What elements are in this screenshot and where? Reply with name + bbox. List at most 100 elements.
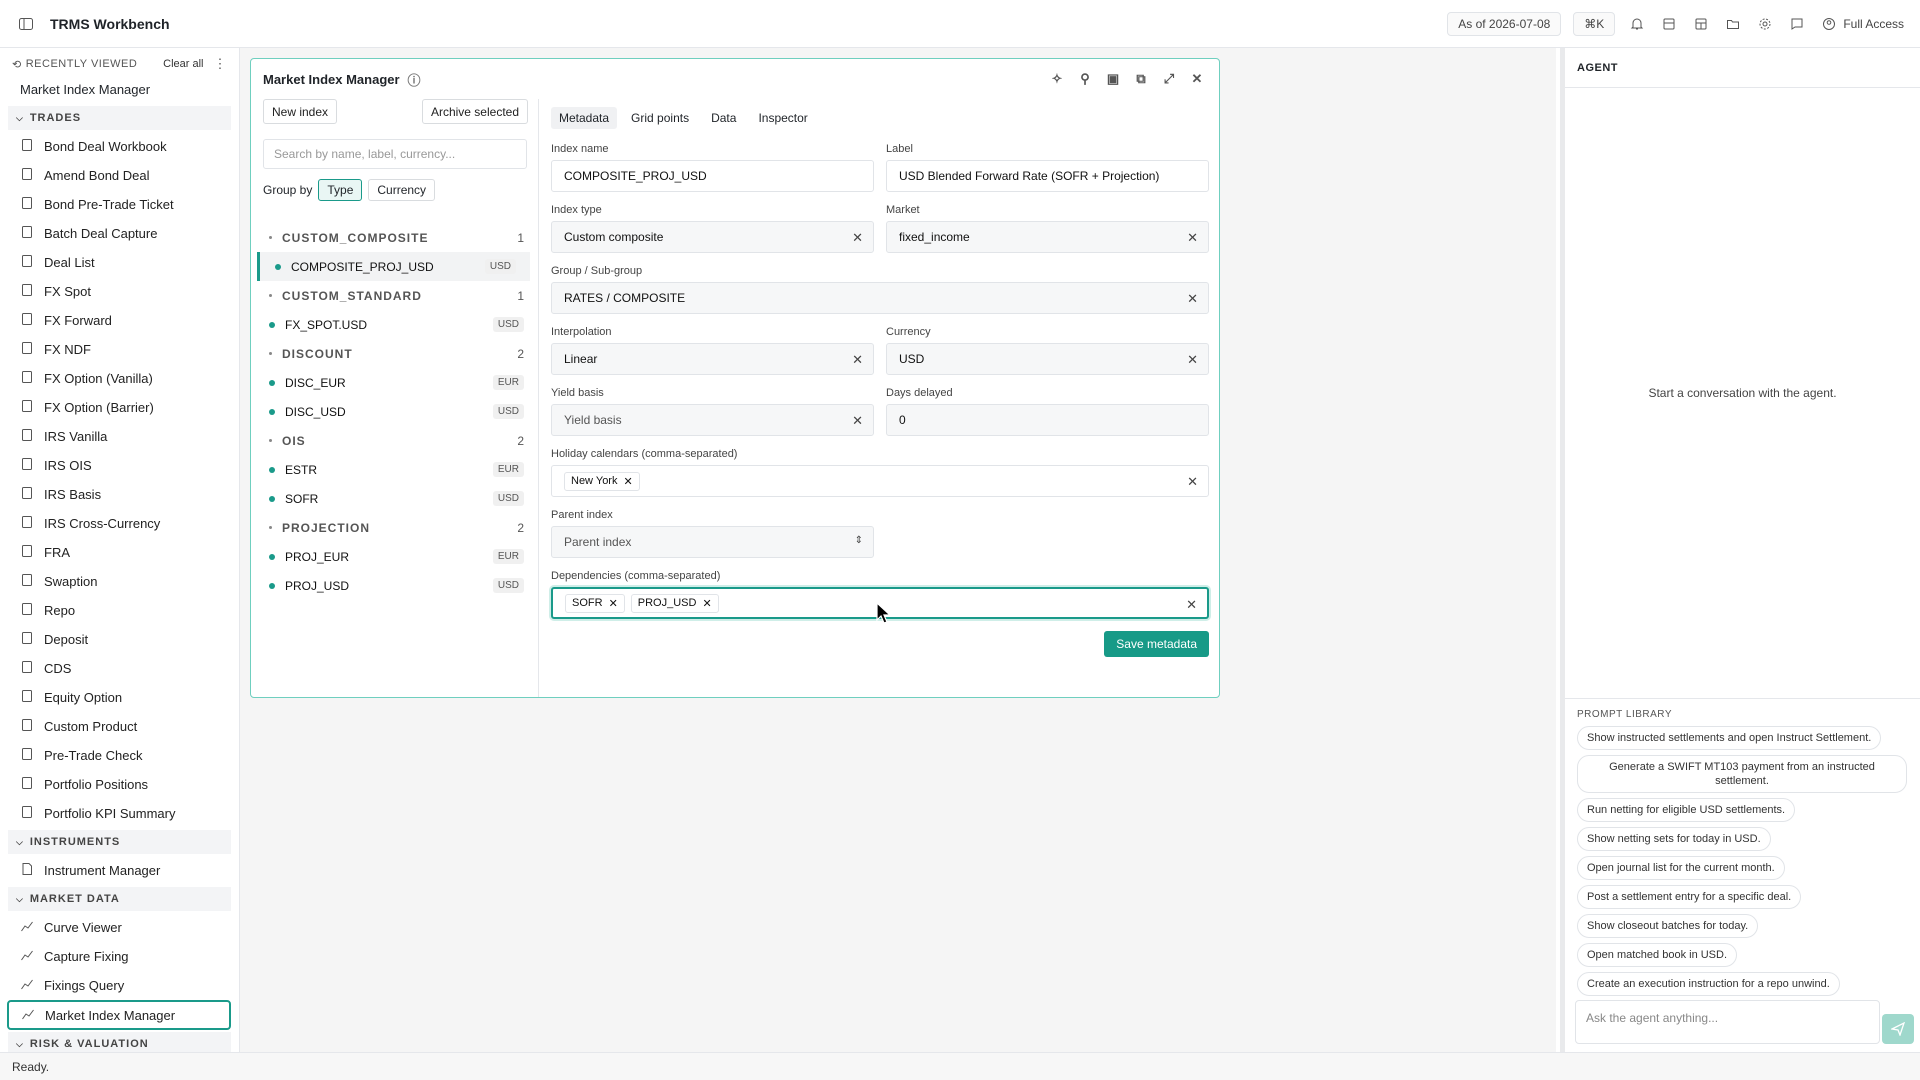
new-index-button[interactable]: New index bbox=[263, 99, 338, 124]
tab-grid-points[interactable]: Grid points bbox=[623, 107, 697, 129]
clear-icon[interactable]: ✕ bbox=[852, 230, 863, 246]
index-list-item[interactable]: DISC_USD USD bbox=[251, 397, 538, 426]
prompt-chip[interactable]: Open matched book in USD. bbox=[1577, 943, 1738, 967]
index-list-item[interactable]: PROJ_EUR EUR bbox=[251, 542, 538, 571]
sidebar-item[interactable]: Portfolio Positions bbox=[0, 770, 239, 799]
sidebar-item[interactable]: Curve Viewer bbox=[0, 913, 239, 942]
search-input[interactable]: Search by name, label, currency... bbox=[263, 139, 527, 169]
sidebar-item[interactable]: Custom Product bbox=[0, 712, 239, 741]
sidebar-item[interactable]: Repo bbox=[0, 596, 239, 625]
sidebar-item[interactable]: IRS Vanilla bbox=[0, 422, 239, 451]
sidebar-item[interactable]: Deposit bbox=[0, 625, 239, 654]
recent-item[interactable]: Market Index Manager bbox=[0, 76, 239, 104]
prompt-chip[interactable]: Show closeout batches for today. bbox=[1577, 914, 1759, 938]
group-select[interactable]: RATES / COMPOSITE ✕ bbox=[551, 282, 1209, 314]
sidebar-item[interactable]: Portfolio KPI Summary bbox=[0, 799, 239, 828]
index-group-header[interactable]: PROJECTION 2 bbox=[251, 513, 538, 542]
clear-icon[interactable]: ✕ bbox=[1187, 352, 1198, 368]
sidebar-item[interactable]: Bond Pre-Trade Ticket bbox=[0, 190, 239, 219]
remove-chip-icon[interactable]: ✕ bbox=[609, 597, 618, 610]
remove-chip-icon[interactable]: ✕ bbox=[623, 475, 632, 488]
parent-index-select[interactable]: Parent index ⇕ bbox=[551, 526, 874, 558]
sidebar-item[interactable]: IRS Basis bbox=[0, 480, 239, 509]
gear-icon[interactable] bbox=[1755, 14, 1775, 34]
index-name-field[interactable]: COMPOSITE_PROJ_USD bbox=[551, 160, 874, 192]
clear-icon[interactable]: ✕ bbox=[852, 413, 863, 429]
clear-icon[interactable]: ✕ bbox=[1187, 474, 1198, 490]
folder-icon[interactable] bbox=[1723, 14, 1743, 34]
sidebar-item[interactable]: Deal List bbox=[0, 248, 239, 277]
index-list-item[interactable]: COMPOSITE_PROJ_USD USD bbox=[257, 252, 530, 281]
sidebar-item[interactable]: Equity Option bbox=[0, 683, 239, 712]
sidebar-item[interactable]: Instrument Manager bbox=[0, 856, 239, 885]
archive-icon[interactable] bbox=[1659, 14, 1679, 34]
more-options-icon[interactable]: ⋮ bbox=[214, 56, 228, 72]
label-field[interactable]: USD Blended Forward Rate (SOFR + Project… bbox=[886, 160, 1209, 192]
command-palette-button[interactable]: ⌘K bbox=[1573, 11, 1616, 36]
sidebar-item[interactable]: Batch Deal Capture bbox=[0, 219, 239, 248]
sidebar-item[interactable]: FX Option (Barrier) bbox=[0, 393, 239, 422]
clear-icon[interactable]: ✕ bbox=[1186, 597, 1197, 613]
index-list-item[interactable]: ESTR EUR bbox=[251, 455, 538, 484]
clear-icon[interactable]: ✕ bbox=[1187, 291, 1198, 307]
index-list-item[interactable]: DISC_EUR EUR bbox=[251, 368, 538, 397]
index-group-header[interactable]: OIS 2 bbox=[251, 426, 538, 455]
sidebar-item[interactable]: Fixings Query bbox=[0, 971, 239, 1000]
expand-icon[interactable]: ⤢ bbox=[1159, 69, 1179, 89]
chat-icon[interactable] bbox=[1787, 14, 1807, 34]
sidebar-item[interactable]: Bond Deal Workbook bbox=[0, 132, 239, 161]
prompt-chip[interactable]: Open journal list for the current month. bbox=[1577, 856, 1785, 880]
group-by-type[interactable]: Type bbox=[318, 179, 363, 201]
sidebar-item[interactable]: Amend Bond Deal bbox=[0, 161, 239, 190]
sidebar-item[interactable]: FX Forward bbox=[0, 306, 239, 335]
tab-data[interactable]: Data bbox=[703, 107, 744, 129]
info-icon[interactable]: ⓘ bbox=[408, 70, 421, 89]
layout-icon[interactable] bbox=[1691, 14, 1711, 34]
sidebar-item[interactable]: FX Spot bbox=[0, 277, 239, 306]
archive-selected-button[interactable]: Archive selected bbox=[421, 99, 528, 124]
days-delayed-field[interactable]: 0 bbox=[886, 404, 1209, 436]
clear-icon[interactable]: ✕ bbox=[1187, 230, 1198, 246]
currency-select[interactable]: USD ✕ bbox=[886, 343, 1209, 375]
remove-chip-icon[interactable]: ✕ bbox=[702, 597, 711, 610]
sidebar-item[interactable]: Market Index Manager bbox=[7, 1000, 231, 1030]
sidebar-item[interactable]: FX NDF bbox=[0, 335, 239, 364]
section-header[interactable]: ⌵ RISK & VALUATION bbox=[8, 1032, 231, 1052]
interpolation-select[interactable]: Linear ✕ bbox=[551, 343, 874, 375]
prompt-chip[interactable]: Run netting for eligible USD settlements… bbox=[1577, 798, 1796, 822]
sidebar-item[interactable]: FRA bbox=[0, 538, 239, 567]
bell-icon[interactable] bbox=[1627, 14, 1647, 34]
sidebar-item[interactable]: Capture Fixing bbox=[0, 942, 239, 971]
section-header[interactable]: ⌵ MARKET DATA bbox=[8, 887, 231, 911]
sidebar-item[interactable]: IRS Cross-Currency bbox=[0, 509, 239, 538]
market-select[interactable]: fixed_income ✕ bbox=[886, 221, 1209, 253]
sidebar-item[interactable]: CDS bbox=[0, 654, 239, 683]
index-group-header[interactable]: CUSTOM_STANDARD 1 bbox=[251, 281, 538, 310]
user-icon[interactable] bbox=[1819, 14, 1839, 34]
as-of-date[interactable]: As of 2026-07-08 bbox=[1447, 11, 1562, 36]
sidebar-item[interactable]: FX Option (Vanilla) bbox=[0, 364, 239, 393]
prompt-chip[interactable]: Show instructed settlements and open Ins… bbox=[1577, 726, 1882, 750]
index-group-header[interactable]: DISCOUNT 2 bbox=[251, 339, 538, 368]
prompt-chip[interactable]: Show netting sets for today in USD. bbox=[1577, 827, 1771, 851]
close-icon[interactable]: ✕ bbox=[1187, 69, 1207, 89]
prompt-chip[interactable]: Create an execution instruction for a re… bbox=[1577, 972, 1840, 996]
send-button[interactable] bbox=[1882, 1014, 1914, 1044]
save-icon[interactable]: ▣ bbox=[1103, 69, 1123, 89]
index-list-item[interactable]: FX_SPOT.USD USD bbox=[251, 310, 538, 339]
index-list-item[interactable]: PROJ_USD USD bbox=[251, 571, 538, 600]
group-by-currency[interactable]: Currency bbox=[368, 179, 436, 201]
tab-inspector[interactable]: Inspector bbox=[750, 107, 815, 129]
section-header[interactable]: ⌵ TRADES bbox=[8, 106, 231, 130]
section-header[interactable]: ⌵ INSTRUMENTS bbox=[8, 830, 231, 854]
save-metadata-button[interactable]: Save metadata bbox=[1104, 631, 1209, 657]
magic-wand-icon[interactable]: ✧ bbox=[1047, 69, 1067, 89]
sidebar-toggle-icon[interactable] bbox=[16, 14, 36, 34]
sidebar-item[interactable]: IRS OIS bbox=[0, 451, 239, 480]
sidebar-item[interactable]: Swaption bbox=[0, 567, 239, 596]
agent-input[interactable]: Ask the agent anything... bbox=[1575, 1000, 1880, 1044]
clear-all-link[interactable]: Clear all bbox=[163, 58, 203, 70]
prompt-chip[interactable]: Generate a SWIFT MT103 payment from an i… bbox=[1577, 755, 1907, 793]
external-link-icon[interactable]: ⧉ bbox=[1131, 69, 1151, 89]
prompt-chip[interactable]: Post a settlement entry for a specific d… bbox=[1577, 885, 1802, 909]
